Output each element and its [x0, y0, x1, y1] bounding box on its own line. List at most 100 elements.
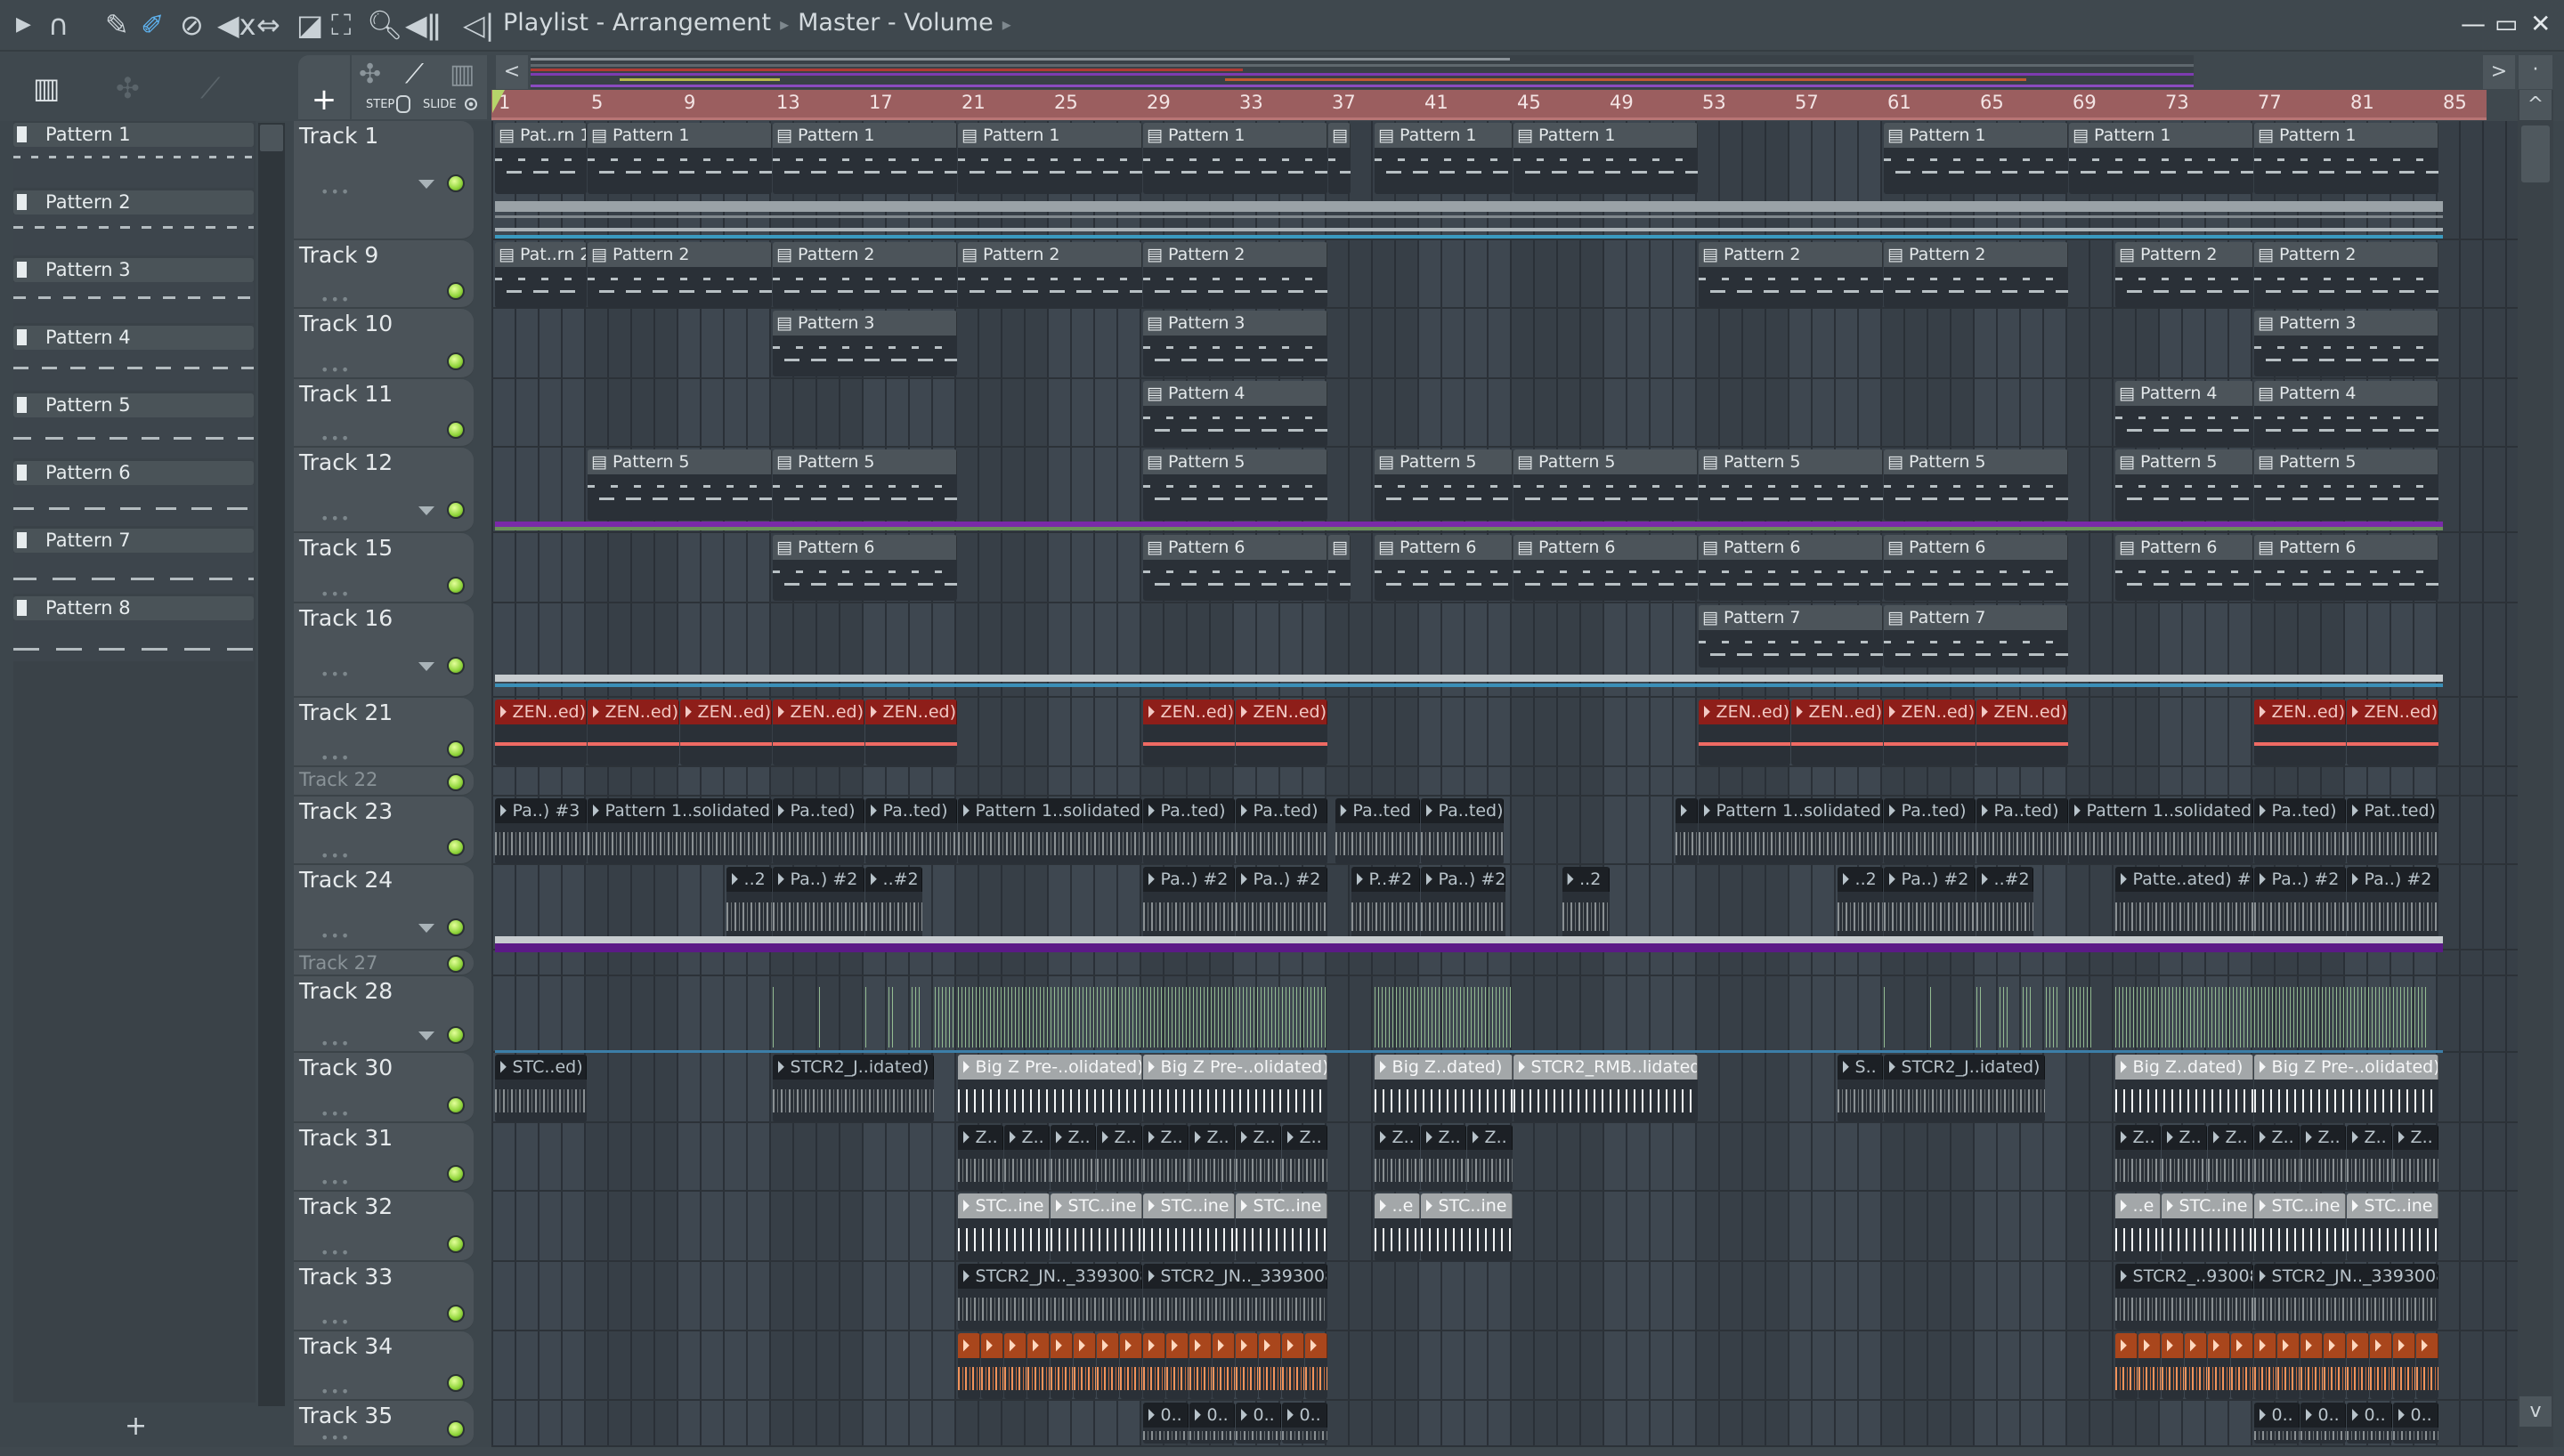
clip-header[interactable]: ⏵ STC..ine [1421, 1193, 1513, 1218]
clip-header[interactable]: ▤ Pattern 5 [1513, 449, 1698, 474]
clip[interactable] [773, 978, 775, 1053]
pattern-item[interactable]: Pattern 3 [13, 258, 254, 326]
automation-icon[interactable]: ⟋ [405, 59, 424, 90]
clip-header[interactable]: ⏵ ..2 [1838, 867, 1883, 892]
scroll-left-button[interactable]: < [496, 55, 528, 89]
clip-header[interactable]: ▤ Pattern 4 [1143, 381, 1327, 406]
automation-lane[interactable] [495, 1050, 2443, 1053]
clip-header[interactable]: ▤ Pattern 6 [1699, 535, 1883, 560]
clip-header[interactable]: ▤ Pattern 5 [1884, 449, 2068, 474]
clip-header[interactable]: ▤ Pattern 2 [1884, 242, 2068, 267]
dropdown-icon[interactable] [418, 180, 434, 189]
track-header[interactable]: Track 33 ••• [294, 1262, 474, 1331]
maximize-button[interactable]: ▭ [2495, 9, 2518, 38]
clip[interactable]: ⏵ Pa..ted) [773, 798, 864, 864]
clip-header[interactable]: ⏵ Pa..) #2 [1236, 867, 1327, 892]
clip[interactable]: ⏵ ZEN..ed) [1699, 700, 1790, 765]
pattern-header[interactable]: Pattern 5 [13, 393, 254, 417]
clip-header[interactable]: ⏵ Pa..ted [1335, 798, 1420, 823]
clip[interactable]: ▤ Pattern 5 [2115, 449, 2253, 521]
clip-header[interactable]: ▤ Pattern 3 [1143, 311, 1327, 336]
scroll-right-button[interactable]: > [2483, 55, 2515, 89]
clip[interactable]: ▤ Pattern 6 [2115, 535, 2253, 601]
clip[interactable]: ⏵ STC..ine [2254, 1193, 2346, 1261]
step-toggle[interactable] [396, 95, 410, 113]
clip-header[interactable]: ⏵ S.. [1838, 1055, 1883, 1080]
clip[interactable]: ⏵ STC..ine [2162, 1193, 2253, 1261]
clip-header[interactable]: ⏵ Big Z Pre-..olidated) [958, 1055, 1142, 1080]
clip[interactable]: ⏵ [2208, 1333, 2230, 1399]
clip-header[interactable]: ⏵ ..e [1375, 1193, 1420, 1218]
clip[interactable]: ▤ Pattern 1 [1884, 123, 2068, 194]
clip-header[interactable]: ⏵ Z.. [2393, 1125, 2438, 1150]
more-icon[interactable]: ••• [320, 1105, 351, 1122]
track-name[interactable]: Track 28 [299, 978, 393, 1004]
clip[interactable]: ▤ Pattern 1 [958, 123, 1142, 194]
pattern-item[interactable]: Pattern 7 [13, 529, 254, 596]
clip[interactable]: ⏵ Pa..ted) [1884, 798, 1976, 864]
clip[interactable]: ⏵ STCR2_J..idated) [1884, 1055, 2045, 1122]
track-enable-led[interactable] [447, 421, 465, 439]
clip[interactable]: ⏵ Z.. [2208, 1125, 2253, 1191]
clip[interactable]: ▤ Pattern 2 [1143, 242, 1327, 308]
clip[interactable]: ⏵ [1051, 1333, 1073, 1399]
clip[interactable] [2000, 978, 2008, 1053]
clip[interactable]: ⏵ [2347, 1333, 2369, 1399]
clip[interactable]: ⏵ [1213, 1333, 1235, 1399]
clip-header[interactable]: ⏵ ZEN..ed) [2347, 700, 2438, 724]
clip[interactable]: ▤ Pattern 3 [1143, 311, 1327, 376]
pattern-header[interactable]: Pattern 1 [13, 123, 254, 147]
waveform-icon[interactable]: ✣ [359, 59, 381, 90]
track-header[interactable]: Track 23 ••• [294, 797, 474, 865]
clip[interactable]: ⏵ ZEN..ed) [588, 700, 679, 765]
clip-header[interactable]: ⏵ STC..ine [2347, 1193, 2438, 1218]
clip-header[interactable]: ▤ Pattern 5 [773, 449, 957, 474]
clip[interactable]: ⏵ Pattern 1..solidated [958, 798, 1142, 864]
clip[interactable]: ⏵ [2416, 1333, 2438, 1399]
clip[interactable]: ⏵ [2185, 1333, 2207, 1399]
clip-header[interactable]: ⏵ [2370, 1333, 2392, 1358]
clip-header[interactable]: ⏵ Pa..) #2 [1143, 867, 1235, 892]
clip-header[interactable]: ⏵ Pa..ted) [1421, 798, 1504, 823]
clip[interactable]: ▤ Pattern 5 [2254, 449, 2438, 521]
clip[interactable]: ⏵ [1305, 1333, 1327, 1399]
clip[interactable]: ⏵ Pa..ted) [865, 798, 957, 864]
clip-header[interactable]: ▤ [1328, 535, 1351, 560]
clip[interactable]: ⏵ [1259, 1333, 1281, 1399]
clip[interactable]: ⏵ Pa..) #2 [2347, 867, 2438, 942]
add-track-button[interactable]: + [298, 55, 350, 119]
clip[interactable]: ⏵ [1120, 1333, 1142, 1399]
track-enable-led[interactable] [447, 1165, 465, 1183]
track-enable-led[interactable] [447, 1374, 465, 1392]
clip-header[interactable]: ▤ Pattern 4 [2115, 381, 2253, 406]
clip-header[interactable]: ⏵ [1027, 1333, 1050, 1358]
clip[interactable]: ⏵ [1027, 1333, 1050, 1399]
clip-header[interactable]: ⏵ Z.. [1467, 1125, 1513, 1150]
track-lane[interactable] [491, 767, 2518, 797]
clip-header[interactable]: ⏵ Patte..ated) #2 [2115, 867, 2253, 892]
clip-header[interactable]: ⏵ Pattern 1..solidated [958, 798, 1142, 823]
more-icon[interactable]: ••• [320, 927, 351, 944]
clip-header[interactable]: ⏵ STCR2_JN.._3393008 [958, 1264, 1142, 1289]
clip-header[interactable]: ⏵ [2416, 1333, 2438, 1358]
more-icon[interactable]: ••• [320, 1429, 351, 1446]
clip[interactable]: ⏵ Z.. [2347, 1125, 2392, 1191]
clip[interactable]: ⏵ Pa..ted [1335, 798, 1420, 864]
clip[interactable]: ⏵ P..#2 [1351, 867, 1420, 942]
track-header[interactable]: Track 31 ••• [294, 1123, 474, 1192]
clip[interactable]: ▤ Pattern 2 [1884, 242, 2068, 308]
clip-header[interactable]: ▤ Pattern 2 [1699, 242, 1883, 267]
track-name[interactable]: Track 33 [299, 1264, 393, 1290]
breadcrumb-playlist[interactable]: Playlist - Arrangement [503, 9, 771, 36]
clip[interactable] [2046, 978, 2059, 1053]
clip-header[interactable]: ⏵ ..#2 [865, 867, 922, 892]
clip[interactable]: ⏵ Pa..ted) [1236, 798, 1327, 864]
track-header[interactable]: Track 24 ••• [294, 865, 474, 950]
more-icon[interactable]: ••• [320, 510, 351, 527]
clip[interactable]: ▤ Pattern 2 [2115, 242, 2253, 308]
clip[interactable]: ▤ [1328, 535, 1351, 601]
clip-header[interactable]: ⏵ STC..ine [1051, 1193, 1142, 1218]
clip[interactable]: ▤ Pattern 1 [1513, 123, 1698, 194]
clip[interactable]: ⏵ Z.. [1375, 1125, 1420, 1191]
select-icon[interactable]: ⛶ [331, 7, 351, 43]
